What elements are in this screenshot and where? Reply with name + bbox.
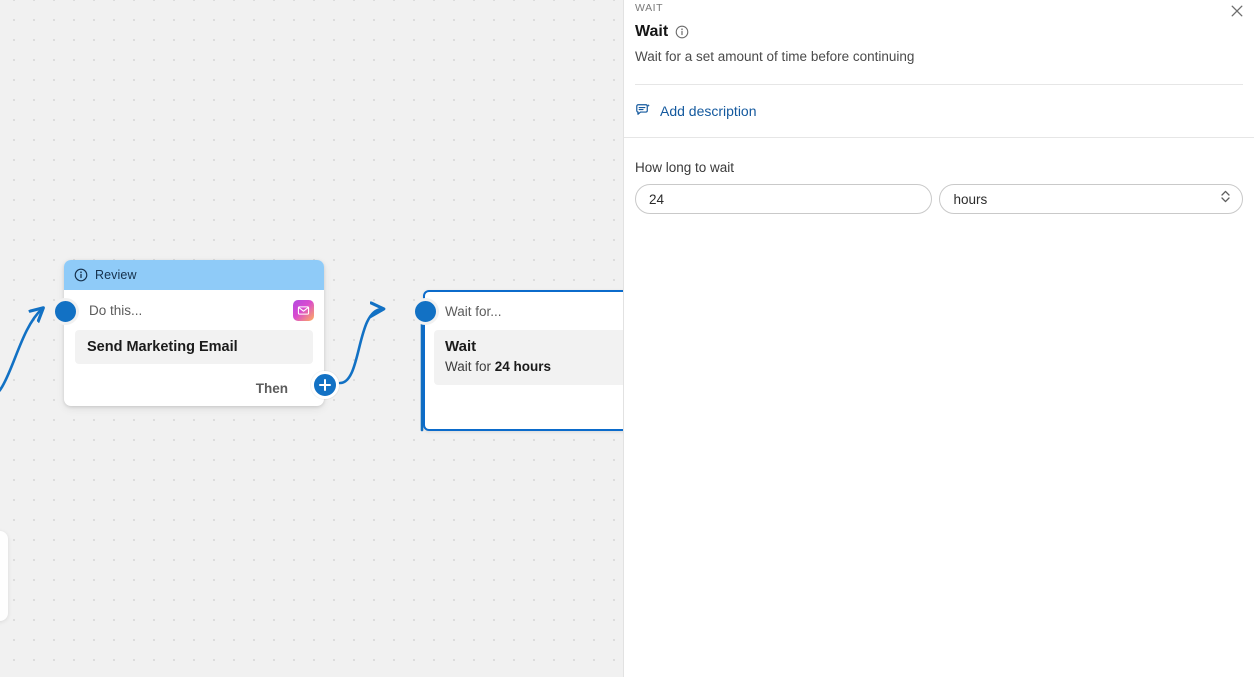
wait-duration-row <box>635 184 1243 214</box>
description-sparkle-icon <box>635 103 651 119</box>
info-circle-icon[interactable] <box>675 25 689 39</box>
page-title: Wait <box>635 23 669 40</box>
info-circle-icon <box>74 268 88 282</box>
wait-unit-select[interactable] <box>939 184 1243 214</box>
review-banner: Review <box>64 260 324 290</box>
wait-node-body[interactable]: Wait Wait for 24 hours <box>434 330 623 385</box>
wait-node-header: Wait for... <box>425 292 623 330</box>
review-node-header-label: Do this... <box>89 302 143 318</box>
wait-amount-input[interactable] <box>635 184 933 214</box>
add-step-button[interactable] <box>311 371 339 399</box>
how-long-to-wait-label: How long to wait <box>635 160 735 175</box>
review-node-header: Do this... <box>64 290 324 330</box>
panel-summary-section: Wait Wait for a set amount of time befor… <box>624 0 1254 85</box>
workflow-canvas[interactable]: Review Do this... Send Marketing Email T… <box>0 0 623 677</box>
review-banner-label: Review <box>95 268 137 282</box>
offscreen-node-card <box>0 531 8 621</box>
wait-node-body-subtitle-prefix: Wait for <box>445 359 495 374</box>
wait-node-header-label: Wait for... <box>445 303 502 319</box>
wait-node-body-subtitle-duration: 24 hours <box>494 359 552 374</box>
panel-eyebrow-label: WAIT <box>635 2 664 14</box>
add-description-button[interactable]: Add description <box>624 85 1254 137</box>
then-row: Then <box>256 381 288 396</box>
then-label: Then <box>255 381 288 396</box>
wait-node-body-subtitle: Wait for 24 hours <box>445 357 623 376</box>
node-card-review[interactable]: Review Do this... Send Marketing Email T… <box>64 260 324 406</box>
email-gradient-icon <box>293 299 314 321</box>
connector-review-to-wait <box>338 309 382 385</box>
wait-node-input-port[interactable] <box>412 298 439 325</box>
close-icon[interactable] <box>1226 0 1248 22</box>
panel-subtitle: Wait for a set amount of time before con… <box>635 49 915 64</box>
wait-node-body-title: Wait <box>445 338 477 355</box>
plus-icon-vertical <box>323 379 327 391</box>
panel-title-row: Wait <box>635 0 1243 41</box>
connector-into-review <box>0 309 42 392</box>
send-marketing-email-label: Send Marketing Email <box>87 339 238 355</box>
add-description-label: Add description <box>660 103 757 119</box>
wait-config-panel: WAIT Wait Wait for a set amount of time … <box>623 0 1254 677</box>
review-node-input-port[interactable] <box>52 298 79 325</box>
send-marketing-email-field[interactable]: Send Marketing Email <box>75 330 313 364</box>
wait-duration-form: How long to wait <box>624 138 1254 214</box>
node-card-wait[interactable]: Wait for... Wait Wait for 24 hours <box>423 290 623 431</box>
wait-unit-select-wrapper[interactable] <box>939 184 1243 214</box>
